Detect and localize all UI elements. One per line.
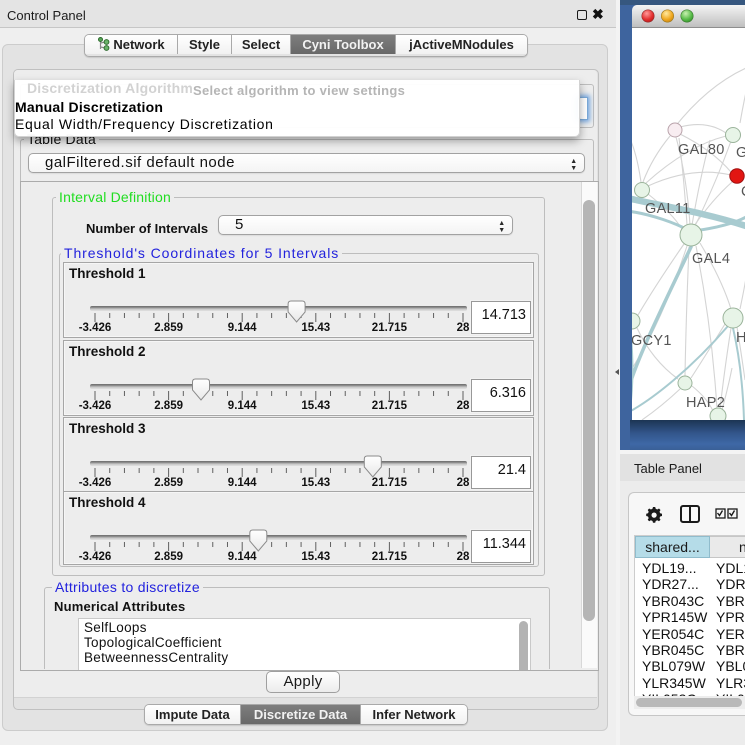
svg-text:G.: G. [736, 145, 745, 161]
svg-text:C: C [741, 184, 745, 200]
svg-text:GAL80: GAL80 [678, 142, 725, 158]
svg-text:HAP2: HAP2 [686, 395, 725, 411]
svg-text:GAL4: GAL4 [692, 251, 730, 267]
svg-text:GCY1: GCY1 [632, 333, 672, 349]
svg-text:GAL11: GAL11 [645, 201, 691, 217]
svg-text:H: H [736, 330, 745, 346]
